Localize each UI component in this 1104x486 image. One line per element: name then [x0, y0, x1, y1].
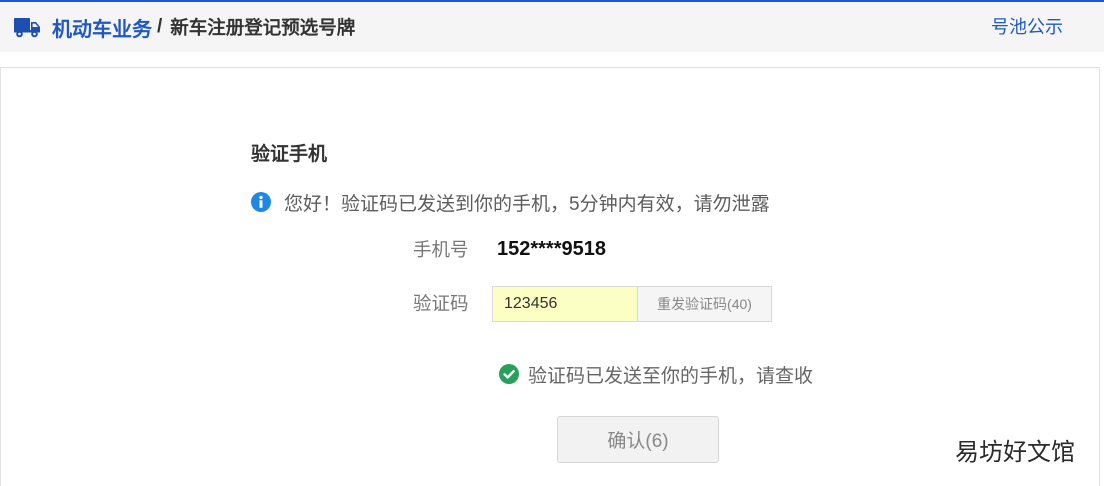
code-label: 验证码	[413, 293, 469, 314]
check-circle-icon	[499, 364, 519, 384]
notice-text: 您好！验证码已发送到你的手机，5分钟内有效，请勿泄露	[284, 193, 770, 215]
phone-row: 手机号 152****9518	[413, 234, 606, 264]
page-header: 机动车业务 / 新车注册登记预选号牌 号池公示	[0, 2, 1104, 52]
truck-icon	[14, 17, 40, 38]
number-pool-link[interactable]: 号池公示	[991, 2, 1063, 52]
success-text: 验证码已发送至你的手机，请查收	[528, 365, 814, 387]
info-icon	[251, 192, 271, 212]
confirm-button[interactable]: 确认(6)	[557, 416, 719, 463]
notice-message: 您好！验证码已发送到你的手机，5分钟内有效，请勿泄露	[251, 187, 770, 217]
breadcrumb: 机动车业务 / 新车注册登记预选号牌	[14, 2, 355, 52]
breadcrumb-separator: /	[157, 16, 163, 37]
page-title: 新车注册登记预选号牌	[170, 17, 356, 38]
code-row: 验证码 重发验证码(40)	[413, 286, 773, 322]
resend-code-button[interactable]: 重发验证码(40)	[638, 286, 772, 322]
breadcrumb-section-link[interactable]: 机动车业务	[52, 13, 152, 42]
watermark: 易坊好文馆	[955, 439, 1075, 466]
success-message: 验证码已发送至你的手机，请查收	[499, 359, 813, 389]
verification-code-input[interactable]	[492, 286, 638, 322]
verify-panel: 验证手机 您好！验证码已发送到你的手机，5分钟内有效，请勿泄露 手机号 152*…	[0, 67, 1100, 486]
phone-label: 手机号	[413, 239, 469, 260]
phone-number: 152****9518	[497, 237, 606, 260]
verify-title: 验证手机	[251, 144, 328, 165]
